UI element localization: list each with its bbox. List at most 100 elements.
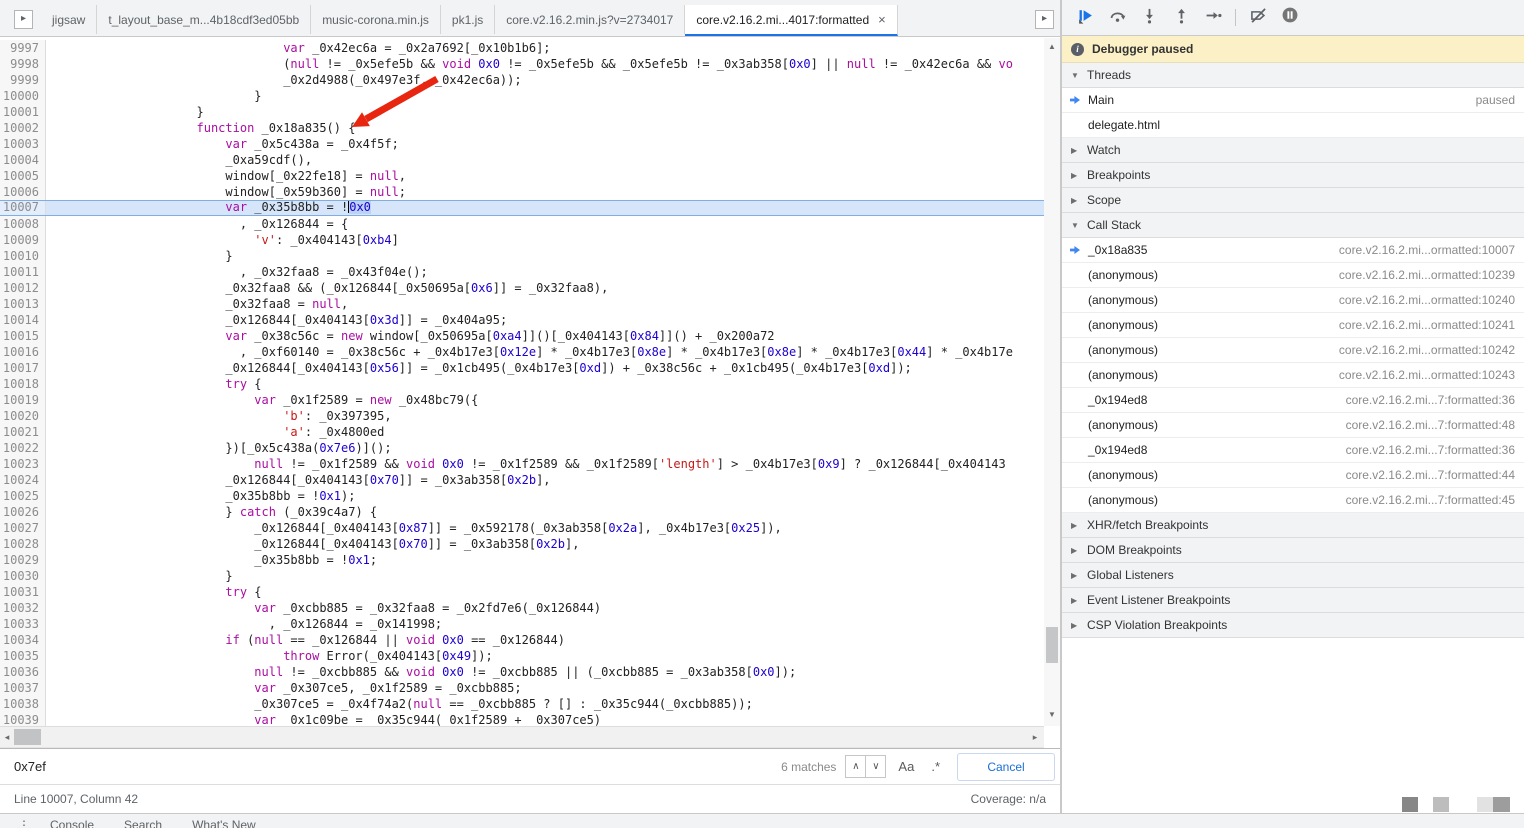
deactivate-breakpoints-button[interactable]: [1245, 5, 1271, 31]
call-stack-frame[interactable]: (anonymous)core.v2.16.2.mi...ormatted:10…: [1062, 288, 1524, 313]
code-line[interactable]: 10008 , _0x126844 = {: [0, 216, 1044, 232]
code-line[interactable]: 10038 _0x307ce5 = _0x4f74a2(null == _0xc…: [0, 696, 1044, 712]
code-line[interactable]: 10022 })[_0x5c438a(0x7e6)]();: [0, 440, 1044, 456]
code-line[interactable]: 10004 _0xa59cdf(),: [0, 152, 1044, 168]
line-number[interactable]: 10006: [0, 184, 46, 200]
call-stack-frame[interactable]: _0x194ed8core.v2.16.2.mi...7:formatted:3…: [1062, 388, 1524, 413]
vertical-scrollbar[interactable]: ▲ ▼: [1044, 38, 1060, 726]
line-number[interactable]: 10037: [0, 680, 46, 696]
navigator-toggle-button[interactable]: ▸: [14, 10, 33, 29]
code-line[interactable]: 10023 null != _0x1f2589 && void 0x0 != _…: [0, 456, 1044, 472]
step-over-button[interactable]: [1104, 5, 1130, 31]
scroll-left-button[interactable]: ◂: [0, 729, 14, 745]
code-line[interactable]: 10035 throw Error(_0x404143[0x49]);: [0, 648, 1044, 664]
match-case-button[interactable]: Aa: [898, 759, 914, 774]
file-tab-music-corona-min-js[interactable]: music-corona.min.js: [311, 5, 441, 34]
call-stack-frame[interactable]: (anonymous)core.v2.16.2.mi...ormatted:10…: [1062, 338, 1524, 363]
code-line[interactable]: 10009 'v': _0x404143[0xb4]: [0, 232, 1044, 248]
line-number[interactable]: 10004: [0, 152, 46, 168]
call-stack-frame[interactable]: (anonymous)core.v2.16.2.mi...ormatted:10…: [1062, 263, 1524, 288]
section-header-scope[interactable]: ▶Scope: [1062, 188, 1524, 213]
section-header-csp-violation-breakpoints[interactable]: ▶CSP Violation Breakpoints: [1062, 613, 1524, 638]
regex-button[interactable]: .*: [931, 759, 940, 774]
scroll-up-button[interactable]: ▲: [1044, 40, 1060, 54]
code-line[interactable]: 10027 _0x126844[_0x404143[0x87]] = _0x59…: [0, 520, 1044, 536]
code-line[interactable]: 10030 }: [0, 568, 1044, 584]
code-line[interactable]: 10010 }: [0, 248, 1044, 264]
code-line[interactable]: 9998 (null != _0x5efe5b && void 0x0 != _…: [0, 56, 1044, 72]
code-line[interactable]: 10015 var _0x38c56c = new window[_0x5069…: [0, 328, 1044, 344]
file-tab-core-v2-16-2-mi-4017-formatted[interactable]: core.v2.16.2.mi...4017:formatted×: [685, 5, 897, 36]
line-number[interactable]: 9998: [0, 56, 46, 72]
code-line[interactable]: 10020 'b': _0x397395,: [0, 408, 1044, 424]
code-line[interactable]: 10016 , _0xf60140 = _0x38c56c + _0x4b17e…: [0, 344, 1044, 360]
search-input[interactable]: [0, 759, 781, 774]
cancel-button[interactable]: Cancel: [957, 753, 1055, 781]
line-number[interactable]: 10008: [0, 216, 46, 232]
call-stack-frame[interactable]: (anonymous)core.v2.16.2.mi...7:formatted…: [1062, 488, 1524, 513]
line-number[interactable]: 10019: [0, 392, 46, 408]
code-line[interactable]: 10001 }: [0, 104, 1044, 120]
call-stack-frame[interactable]: _0x18a835core.v2.16.2.mi...ormatted:1000…: [1062, 238, 1524, 263]
drawer-tab-what-s-new[interactable]: What's New: [192, 818, 256, 828]
line-number[interactable]: 10007: [0, 201, 46, 215]
line-number[interactable]: 10013: [0, 296, 46, 312]
scroll-down-button[interactable]: ▼: [1044, 708, 1060, 722]
call-stack-frame[interactable]: (anonymous)core.v2.16.2.mi...7:formatted…: [1062, 413, 1524, 438]
code-line[interactable]: 10019 var _0x1f2589 = new _0x48bc79({: [0, 392, 1044, 408]
call-stack-frame[interactable]: _0x194ed8core.v2.16.2.mi...7:formatted:3…: [1062, 438, 1524, 463]
code-line[interactable]: 10012 _0x32faa8 && (_0x126844[_0x50695a[…: [0, 280, 1044, 296]
line-number[interactable]: 10029: [0, 552, 46, 568]
section-header-watch[interactable]: ▶Watch: [1062, 138, 1524, 163]
section-header-event-listener-breakpoints[interactable]: ▶Event Listener Breakpoints: [1062, 588, 1524, 613]
call-stack-frame[interactable]: (anonymous)core.v2.16.2.mi...ormatted:10…: [1062, 313, 1524, 338]
code-line[interactable]: 9999 _0x2d4988(_0x497e3f, _0x42ec6a));: [0, 72, 1044, 88]
code-line[interactable]: 10037 var _0x307ce5, _0x1f2589 = _0xcbb8…: [0, 680, 1044, 696]
line-number[interactable]: 10001: [0, 104, 46, 120]
section-header-xhr-fetch-breakpoints[interactable]: ▶XHR/fetch Breakpoints: [1062, 513, 1524, 538]
section-header-breakpoints[interactable]: ▶Breakpoints: [1062, 163, 1524, 188]
line-number[interactable]: 10017: [0, 360, 46, 376]
h-scrollbar-thumb[interactable]: [14, 729, 41, 745]
line-number[interactable]: 10000: [0, 88, 46, 104]
line-number[interactable]: 10032: [0, 600, 46, 616]
step-into-button[interactable]: [1136, 5, 1162, 31]
line-number[interactable]: 10027: [0, 520, 46, 536]
line-number[interactable]: 10005: [0, 168, 46, 184]
code-line[interactable]: 10024 _0x126844[_0x404143[0x70]] = _0x3a…: [0, 472, 1044, 488]
line-number[interactable]: 10035: [0, 648, 46, 664]
file-tab-core-v2-16-2-min-js-v-2734017[interactable]: core.v2.16.2.min.js?v=2734017: [495, 5, 685, 34]
line-number[interactable]: 10012: [0, 280, 46, 296]
section-header-dom-breakpoints[interactable]: ▶DOM Breakpoints: [1062, 538, 1524, 563]
code-line[interactable]: 10011 , _0x32faa8 = _0x43f04e();: [0, 264, 1044, 280]
line-number[interactable]: 10031: [0, 584, 46, 600]
previous-match-button[interactable]: ∧: [846, 756, 865, 777]
line-number[interactable]: 10022: [0, 440, 46, 456]
line-number[interactable]: 10015: [0, 328, 46, 344]
code-line[interactable]: 10032 var _0xcbb885 = _0x32faa8 = _0x2fd…: [0, 600, 1044, 616]
section-header-threads[interactable]: ▼Threads: [1062, 63, 1524, 88]
code-line[interactable]: 10036 null != _0xcbb885 && void 0x0 != _…: [0, 664, 1044, 680]
code-line[interactable]: 10018 try {: [0, 376, 1044, 392]
code-line[interactable]: 10034 if (null == _0x126844 || void 0x0 …: [0, 632, 1044, 648]
line-number[interactable]: 9999: [0, 72, 46, 88]
line-number[interactable]: 10020: [0, 408, 46, 424]
scroll-right-button[interactable]: ▸: [1028, 729, 1042, 745]
kebab-menu-icon[interactable]: ⋮: [18, 818, 30, 828]
call-stack-frame[interactable]: (anonymous)core.v2.16.2.mi...7:formatted…: [1062, 463, 1524, 488]
code-line[interactable]: 10021 'a': _0x4800ed: [0, 424, 1044, 440]
line-number[interactable]: 10023: [0, 456, 46, 472]
line-number[interactable]: 10024: [0, 472, 46, 488]
line-number[interactable]: 10014: [0, 312, 46, 328]
pause-on-exceptions-button[interactable]: [1277, 5, 1303, 31]
line-number[interactable]: 10010: [0, 248, 46, 264]
line-number[interactable]: 10009: [0, 232, 46, 248]
line-number[interactable]: 10018: [0, 376, 46, 392]
drawer-tab-console[interactable]: Console: [50, 818, 94, 828]
line-number[interactable]: 9997: [0, 40, 46, 56]
line-number[interactable]: 10025: [0, 488, 46, 504]
execution-line[interactable]: 10007 var _0x35b8bb = !0x0: [0, 200, 1044, 216]
more-tabs-button[interactable]: ▸: [1035, 10, 1054, 29]
line-number[interactable]: 10016: [0, 344, 46, 360]
code-line[interactable]: 10033 , _0x126844 = _0x141998;: [0, 616, 1044, 632]
